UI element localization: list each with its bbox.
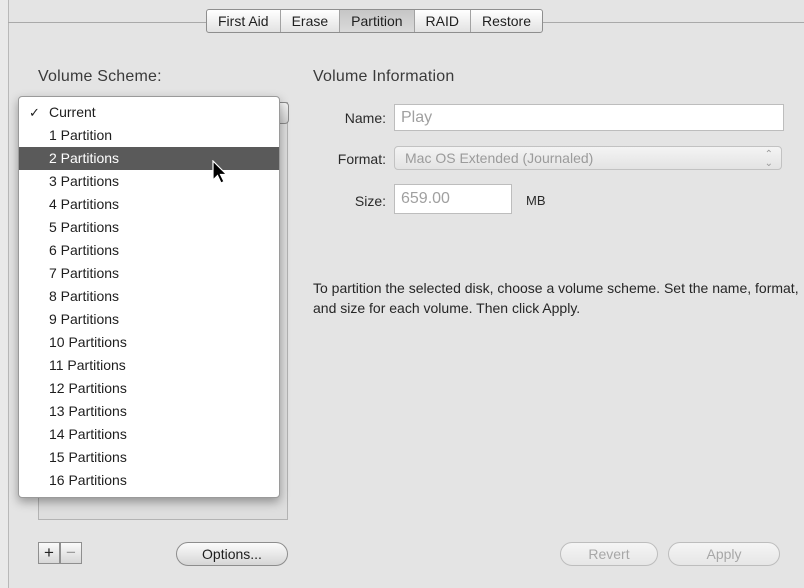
volume-scheme-option-label: 12 Partitions <box>49 380 127 396</box>
volume-scheme-option-label: 13 Partitions <box>49 403 127 419</box>
format-value: Mac OS Extended (Journaled) <box>405 150 594 166</box>
tab-first-aid[interactable]: First Aid <box>207 10 281 32</box>
volume-scheme-option[interactable]: 1 Partition <box>19 124 279 147</box>
volume-scheme-option-label: 9 Partitions <box>49 311 120 327</box>
volume-scheme-option[interactable]: 7 Partitions <box>19 262 279 285</box>
volume-scheme-option-label: 7 Partitions <box>49 265 120 281</box>
volume-scheme-option[interactable]: ✓ Current <box>19 101 279 124</box>
volume-information-title: Volume Information <box>313 68 455 85</box>
options-button[interactable]: Options... <box>176 542 288 566</box>
tab-restore[interactable]: Restore <box>471 10 542 32</box>
volume-scheme-option-label: 2 Partitions <box>49 150 120 166</box>
tab-raid[interactable]: RAID <box>415 10 471 32</box>
checkmark-icon: ✓ <box>29 105 40 120</box>
volume-scheme-option[interactable]: 12 Partitions <box>19 377 279 400</box>
updown-arrows-icon: ⌃ ⌄ <box>764 149 773 169</box>
volume-scheme-option[interactable]: 3 Partitions <box>19 170 279 193</box>
remove-partition-button[interactable]: − <box>60 542 82 564</box>
apply-button[interactable]: Apply <box>668 542 780 566</box>
volume-scheme-menu: ✓ Current 1 Partition 2 Partitions 3 Partiti… <box>18 96 280 498</box>
size-field[interactable]: 659.00 <box>394 184 512 214</box>
volume-scheme-option[interactable]: 9 Partitions <box>19 308 279 331</box>
name-label: Name: <box>344 110 386 126</box>
volume-scheme-option-label: 6 Partitions <box>49 242 120 258</box>
volume-scheme-option-label: 16 Partitions <box>49 472 127 488</box>
tab-partition[interactable]: Partition <box>340 10 415 32</box>
volume-scheme-option[interactable]: 8 Partitions <box>19 285 279 308</box>
volume-scheme-option-label: 1 Partition <box>49 127 113 143</box>
volume-scheme-option-label: 8 Partitions <box>49 288 120 304</box>
volume-scheme-option[interactable]: 11 Partitions <box>19 354 279 377</box>
volume-scheme-option[interactable]: 2 Partitions <box>19 147 279 170</box>
size-unit: MB <box>526 193 546 208</box>
volume-scheme-option[interactable]: 13 Partitions <box>19 400 279 423</box>
volume-scheme-title: Volume Scheme: <box>38 68 162 85</box>
volume-scheme-option[interactable]: 5 Partitions <box>19 216 279 239</box>
volume-scheme-option[interactable]: 16 Partitions <box>19 469 279 492</box>
volume-scheme-option-label: 3 Partitions <box>49 173 120 189</box>
volume-scheme-option[interactable]: 14 Partitions <box>19 423 279 446</box>
arrow-cursor-icon <box>212 160 228 184</box>
volume-scheme-option[interactable]: 15 Partitions <box>19 446 279 469</box>
volume-scheme-option[interactable]: 6 Partitions <box>19 239 279 262</box>
add-partition-button[interactable]: + <box>38 542 60 564</box>
volume-scheme-option-label: Current <box>49 104 96 120</box>
size-label: Size: <box>354 193 386 209</box>
volume-scheme-option[interactable]: 4 Partitions <box>19 193 279 216</box>
volume-scheme-option[interactable]: 10 Partitions <box>19 331 279 354</box>
volume-scheme-option-label: 5 Partitions <box>49 219 120 235</box>
volume-scheme-option-label: 4 Partitions <box>49 196 120 212</box>
partition-help-text: To partition the selected disk, choose a… <box>313 280 799 316</box>
revert-button[interactable]: Revert <box>560 542 658 566</box>
volume-scheme-option-label: 15 Partitions <box>49 449 127 465</box>
tab-bar: First Aid Erase Partition RAID Restore <box>206 9 543 33</box>
tab-erase[interactable]: Erase <box>281 10 341 32</box>
format-select[interactable]: Mac OS Extended (Journaled) ⌃ ⌄ <box>394 146 782 170</box>
format-label: Format: <box>337 151 386 167</box>
volume-scheme-option-label: 14 Partitions <box>49 426 127 442</box>
volume-scheme-option-label: 10 Partitions <box>49 334 127 350</box>
volume-scheme-option-label: 11 Partitions <box>49 357 126 373</box>
name-field[interactable]: Play <box>394 104 784 131</box>
